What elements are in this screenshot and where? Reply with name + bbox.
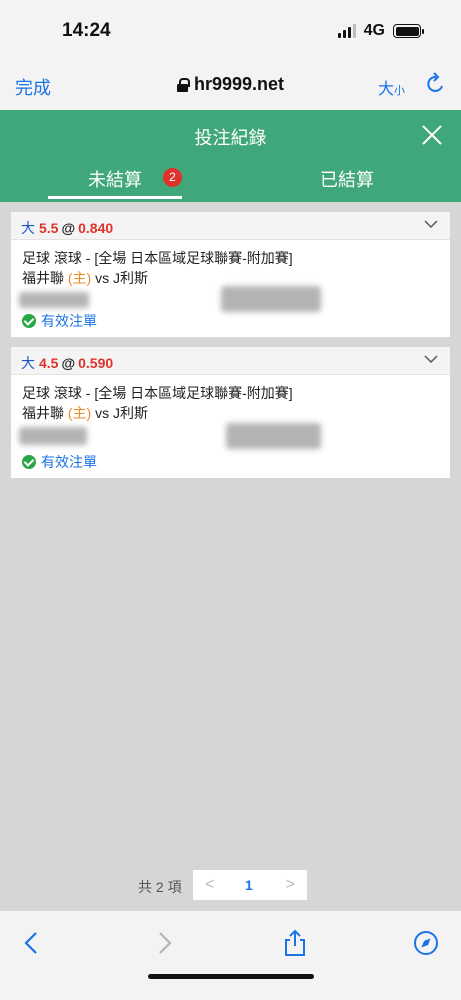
reload-icon[interactable]	[425, 72, 447, 96]
bet-at: @	[61, 355, 76, 371]
away-team: J利斯	[113, 405, 148, 421]
bet-card-body: 足球 滾球 - [全場 日本區域足球聯賽-附加賽] 福井聯 (主) vs J利斯…	[11, 240, 450, 337]
forward-icon[interactable]	[150, 929, 178, 957]
bet-card-body: 足球 滾球 - [全場 日本區域足球聯賽-附加賽] 福井聯 (主) vs J利斯…	[11, 375, 450, 478]
back-icon[interactable]	[18, 929, 46, 957]
bet-odds: 0.590	[78, 355, 114, 371]
away-team: J利斯	[113, 270, 148, 286]
bet-market: 足球 滾球 - [全場 日本區域足球聯賽-附加賽]	[22, 250, 293, 266]
bet-odds: 0.840	[78, 220, 114, 236]
total-count: 共 2 項	[138, 879, 182, 895]
bet-status-label: 有效注單	[41, 313, 97, 329]
current-page[interactable]: 1	[245, 877, 253, 893]
vs-text: vs	[95, 270, 110, 286]
bet-card: 大 4.5 @0.590 足球 滾球 - [全場 日本區域足球聯賽-附加賽] 福井聯…	[11, 347, 450, 478]
bet-at: @	[61, 220, 76, 236]
text-size-big: 大	[377, 81, 394, 98]
browser-bar: 完成 hr9999.net 大小	[0, 60, 461, 110]
bet-card: 大 5.5 @0.840 足球 滾球 - [全場 日本區域足球聯賽-附加賽] 福井聯…	[11, 212, 450, 337]
home-tag: (主)	[67, 270, 92, 286]
redacted-text	[19, 427, 87, 445]
status-indicators: 4G	[337, 22, 424, 40]
tab-unsettled[interactable]: 未結算	[88, 166, 142, 192]
compass-icon[interactable]	[412, 929, 440, 957]
browser-toolbar	[0, 910, 461, 1000]
page-header: 投注紀錄 未結算 2 已結算	[0, 110, 461, 202]
active-tab-indicator	[48, 196, 182, 199]
bet-status-label: 有效注單	[41, 454, 97, 470]
pagination: 共 2 項 < 1 >	[0, 870, 461, 900]
bet-market: 足球 滾球 - [全場 日本區域足球聯賽-附加賽]	[22, 385, 293, 401]
bet-match: 福井聯 (主) vs J利斯	[22, 268, 439, 288]
tab-bar: 未結算 2 已結算	[0, 158, 461, 202]
bet-status: 有效注單	[22, 452, 97, 472]
battery-icon	[393, 24, 424, 38]
check-circle-icon	[22, 455, 36, 469]
bet-line: 4.5	[39, 355, 59, 371]
url-text: hr9999.net	[193, 74, 285, 94]
prev-page-button[interactable]: <	[205, 876, 214, 894]
tab-settled[interactable]: 已結算	[320, 166, 374, 192]
redacted-text	[221, 286, 321, 312]
home-tag: (主)	[67, 405, 92, 421]
pager: < 1 >	[193, 870, 307, 900]
chevron-down-icon[interactable]	[424, 219, 438, 229]
home-indicator	[148, 974, 314, 979]
bet-status: 有效注單	[22, 311, 97, 331]
bet-match: 福井聯 (主) vs J利斯	[22, 403, 439, 423]
status-bar: 14:24 4G	[0, 0, 461, 60]
lock-icon	[176, 78, 190, 92]
bet-card-header[interactable]: 大 4.5 @0.590	[11, 347, 450, 375]
page-title: 投注紀錄	[194, 128, 267, 148]
status-time: 14:24	[62, 20, 111, 41]
home-team: 福井聯	[22, 405, 64, 421]
close-icon[interactable]	[421, 124, 443, 146]
check-circle-icon	[22, 314, 36, 328]
vs-text: vs	[95, 405, 110, 421]
bet-pick: 大	[21, 220, 35, 236]
share-icon[interactable]	[281, 929, 309, 957]
signal-icon	[337, 24, 356, 38]
text-size-small: 小	[394, 85, 405, 97]
text-size-button[interactable]: 大小	[378, 75, 405, 99]
redacted-text	[226, 423, 321, 449]
redacted-text	[19, 292, 89, 308]
bet-pick: 大	[21, 355, 35, 371]
chevron-down-icon[interactable]	[424, 354, 438, 364]
bet-card-header[interactable]: 大 5.5 @0.840	[11, 212, 450, 240]
next-page-button[interactable]: >	[286, 876, 295, 894]
bet-line: 5.5	[39, 220, 59, 236]
unsettled-count-badge: 2	[163, 168, 182, 187]
network-label: 4G	[363, 22, 385, 39]
home-team: 福井聯	[22, 270, 64, 286]
